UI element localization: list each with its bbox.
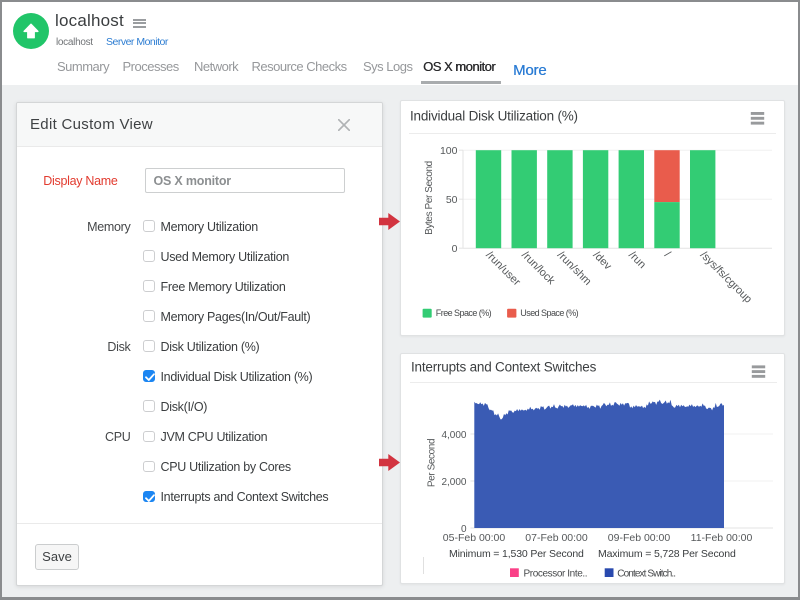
svg-text:2,000: 2,000 [441, 477, 466, 488]
svg-text:Maximum = 5,728 Per Second: Maximum = 5,728 Per Second [598, 548, 736, 560]
svg-text:11-Feb 00:00: 11-Feb 00:00 [690, 532, 752, 544]
svg-text:0: 0 [452, 243, 458, 255]
svg-text:Individual Disk Utilization (%: Individual Disk Utilization (%) [410, 109, 578, 124]
svg-text:100: 100 [440, 145, 458, 157]
svg-text:09-Feb 00:00: 09-Feb 00:00 [607, 532, 670, 544]
svg-text:/sys/fs/cgroup: /sys/fs/cgroup [698, 249, 754, 305]
svg-text:Free Space (%): Free Space (%) [436, 308, 492, 318]
svg-text:Per Second: Per Second [426, 439, 437, 487]
svg-text:Used Space (%): Used Space (%) [520, 308, 578, 318]
svg-text:Bytes Per Second: Bytes Per Second [424, 161, 435, 235]
svg-text:07-Feb 00:00: 07-Feb 00:00 [525, 532, 588, 544]
svg-text:4,000: 4,000 [441, 430, 466, 441]
svg-text:/run/lock: /run/lock [519, 249, 557, 287]
svg-text:/run: /run [626, 249, 648, 271]
svg-text:Processor Inte..: Processor Inte.. [523, 569, 587, 580]
svg-text:/run/user: /run/user [483, 249, 522, 288]
svg-text:/run/shm: /run/shm [555, 249, 594, 288]
svg-text:Interrupts and Context Switche: Interrupts and Context Switches [411, 360, 597, 375]
svg-text:05-Feb 00:00: 05-Feb 00:00 [442, 532, 505, 544]
svg-text:50: 50 [446, 194, 458, 206]
svg-text:Context Switch..: Context Switch.. [617, 569, 675, 580]
svg-text:/dev: /dev [590, 249, 614, 273]
svg-text:Minimum = 1,530 Per Second: Minimum = 1,530 Per Second [449, 548, 584, 560]
svg-text:/: / [662, 249, 673, 260]
